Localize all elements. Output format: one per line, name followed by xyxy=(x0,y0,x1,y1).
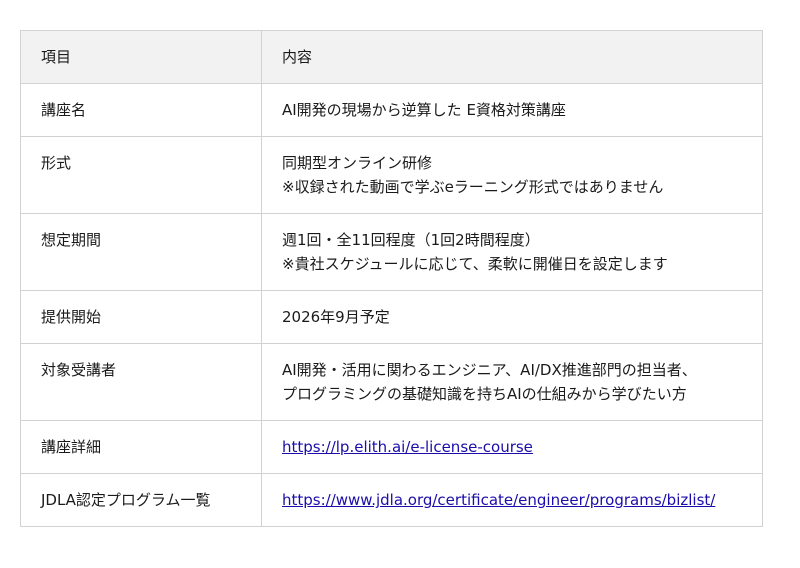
table-row-jdla: JDLA認定プログラム一覧 https://www.jdla.org/certi… xyxy=(20,473,763,527)
row-value: 週1回・全11回程度（1回2時間程度） ※貴社スケジュールに応じて、柔軟に開催日… xyxy=(261,213,763,291)
format-note: ※収録された動画で学ぶeラーニング形式ではありません xyxy=(282,178,664,196)
row-value: AI開発の現場から逆算した E資格対策講座 xyxy=(261,83,763,137)
row-value: https://www.jdla.org/certificate/enginee… xyxy=(261,473,763,527)
row-value: https://lp.elith.ai/e-license-course xyxy=(261,420,763,474)
period-text: 週1回・全11回程度（1回2時間程度） xyxy=(282,231,540,249)
target-text-line-2: プログラミングの基礎知識を持ちAIの仕組みから学びたい方 xyxy=(282,385,687,403)
page: 項目 内容 講座名 AI開発の現場から逆算した E資格対策講座 形式 同期型オン… xyxy=(0,0,800,568)
table-row-period: 想定期間 週1回・全11回程度（1回2時間程度） ※貴社スケジュールに応じて、柔… xyxy=(20,213,763,291)
row-value: 同期型オンライン研修 ※収録された動画で学ぶeラーニング形式ではありません xyxy=(261,136,763,214)
target-text-line-1: AI開発・活用に関わるエンジニア、AI/DX推進部門の担当者、 xyxy=(282,361,697,379)
table-header-row: 項目 内容 xyxy=(20,30,763,84)
jdla-programs-link[interactable]: https://www.jdla.org/certificate/enginee… xyxy=(282,491,715,509)
course-info-table: 項目 内容 講座名 AI開発の現場から逆算した E資格対策講座 形式 同期型オン… xyxy=(20,30,763,527)
table-row-start: 提供開始 2026年9月予定 xyxy=(20,290,763,344)
table-row-format: 形式 同期型オンライン研修 ※収録された動画で学ぶeラーニング形式ではありません xyxy=(20,136,763,214)
table-row-course-name: 講座名 AI開発の現場から逆算した E資格対策講座 xyxy=(20,83,763,137)
row-label: 想定期間 xyxy=(20,213,262,291)
course-name-text: AI開発の現場から逆算した E資格対策講座 xyxy=(282,101,566,119)
row-label: 講座詳細 xyxy=(20,420,262,474)
header-label-cell: 項目 xyxy=(20,30,262,84)
row-value: 2026年9月予定 xyxy=(261,290,763,344)
header-value-cell: 内容 xyxy=(261,30,763,84)
table-row-target: 対象受講者 AI開発・活用に関わるエンジニア、AI/DX推進部門の担当者、 プロ… xyxy=(20,343,763,421)
table-row-details: 講座詳細 https://lp.elith.ai/e-license-cours… xyxy=(20,420,763,474)
format-text: 同期型オンライン研修 xyxy=(282,154,433,172)
row-label: 形式 xyxy=(20,136,262,214)
course-details-link[interactable]: https://lp.elith.ai/e-license-course xyxy=(282,438,533,456)
row-label: 講座名 xyxy=(20,83,262,137)
row-label: 対象受講者 xyxy=(20,343,262,421)
period-note: ※貴社スケジュールに応じて、柔軟に開催日を設定します xyxy=(282,255,668,273)
row-label: 提供開始 xyxy=(20,290,262,344)
row-label: JDLA認定プログラム一覧 xyxy=(20,473,262,527)
row-value: AI開発・活用に関わるエンジニア、AI/DX推進部門の担当者、 プログラミングの… xyxy=(261,343,763,421)
start-text: 2026年9月予定 xyxy=(282,308,390,326)
